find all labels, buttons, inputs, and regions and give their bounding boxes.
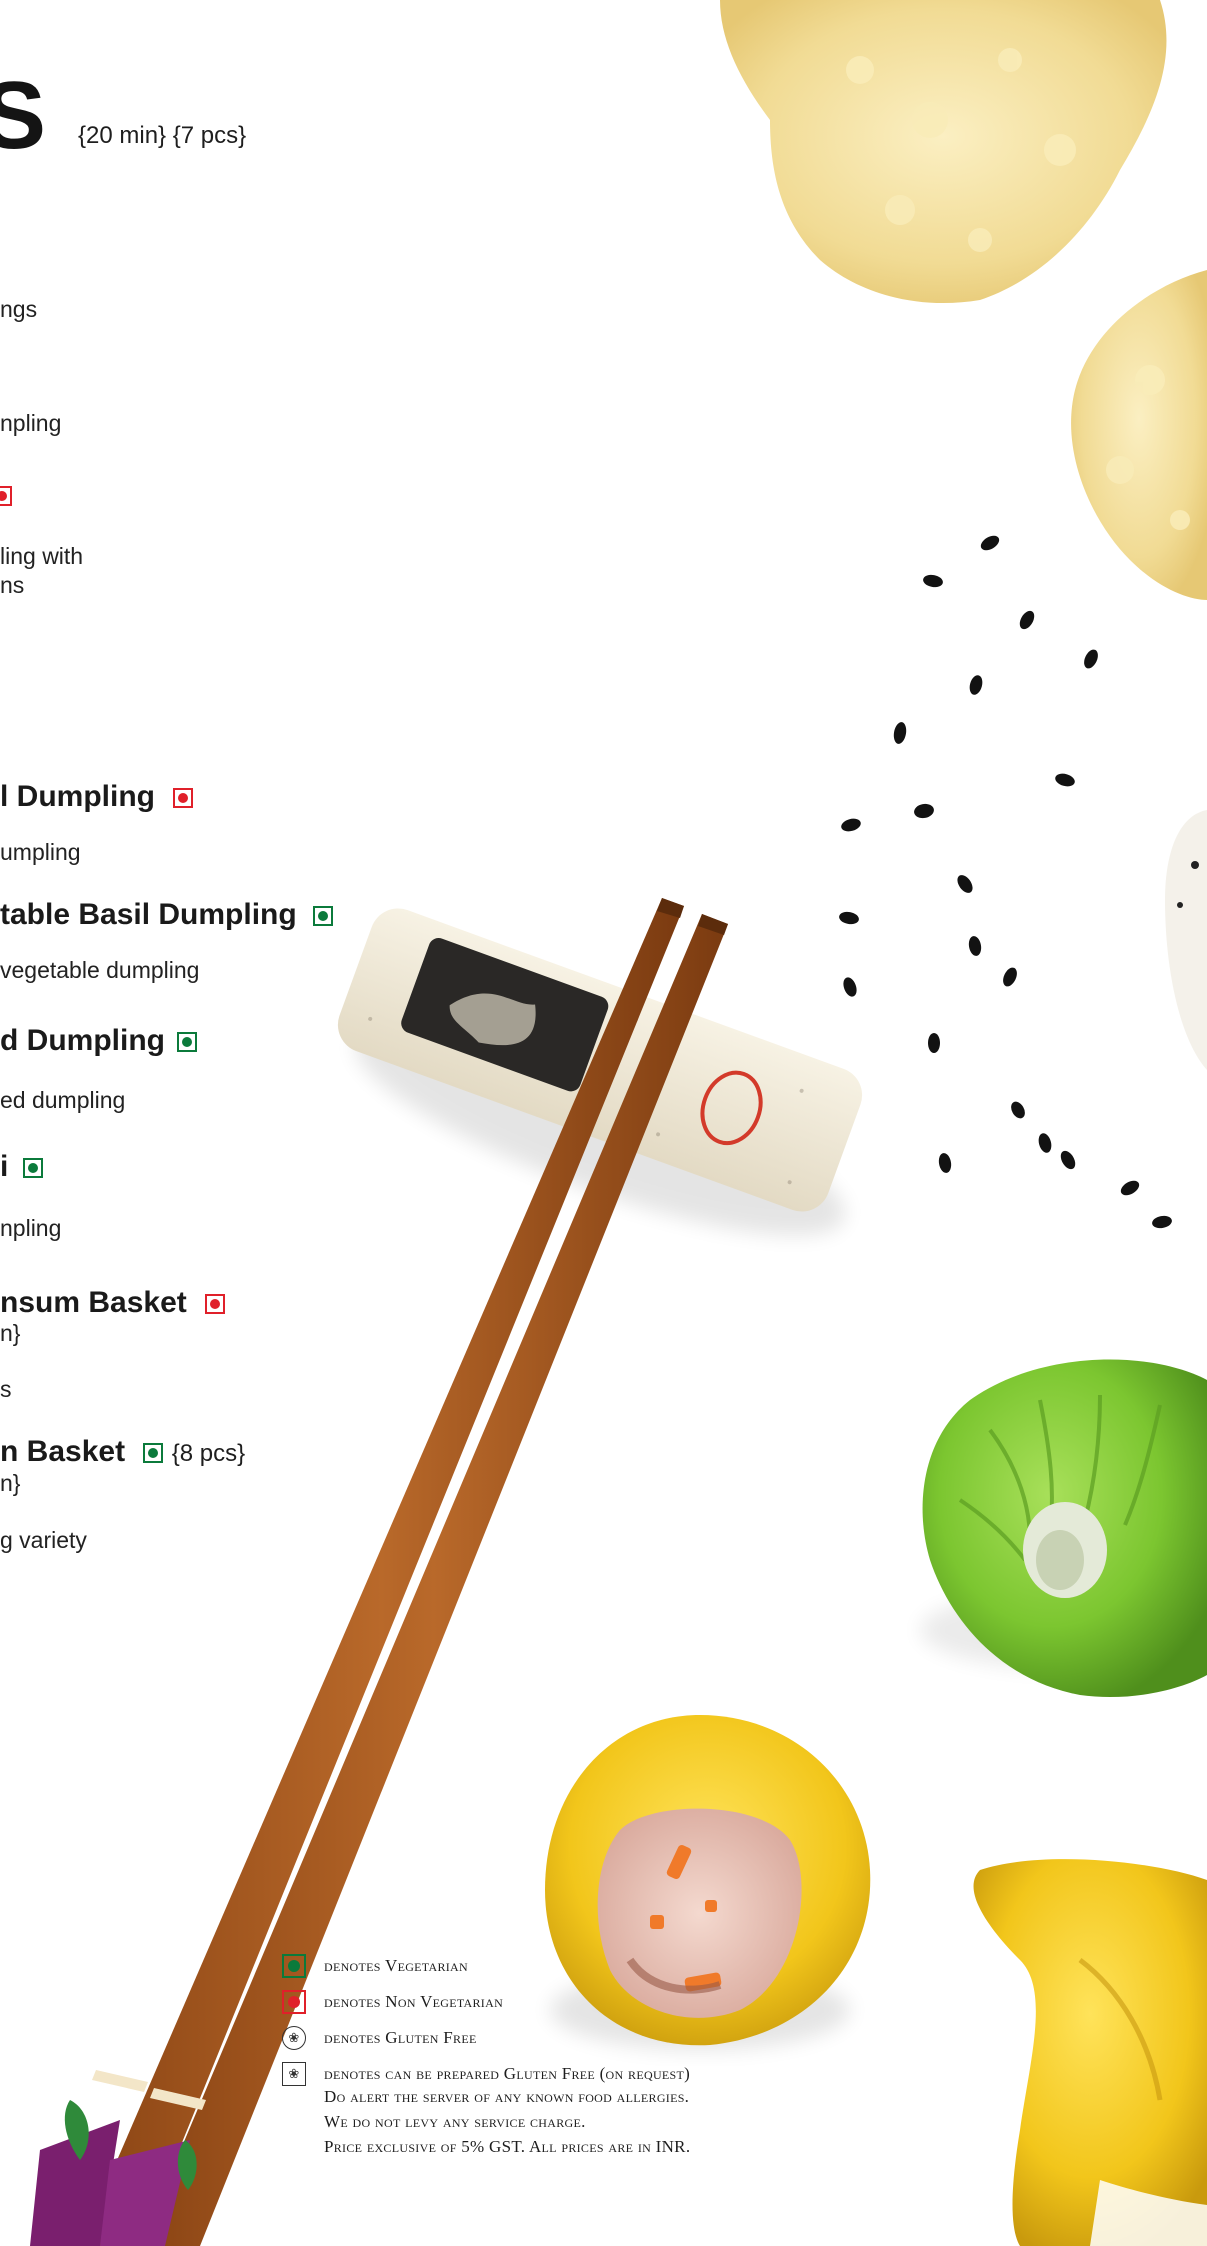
legend-label: denotes Non Vegetarian — [324, 1992, 504, 2011]
item-pieces: {8 pcs} — [171, 1440, 246, 1467]
item-description: umpling — [0, 839, 81, 865]
crispy-noodle-nest-image — [720, 0, 1207, 600]
item-description: ling with — [0, 543, 84, 569]
legend-label: denotes can be prepared Gluten Free (on … — [324, 2064, 691, 2083]
item-description: ngs — [0, 296, 38, 322]
item-description: g variety — [0, 1527, 87, 1553]
legend-row-non-vegetarian: denotes Non Vegetarian — [282, 1984, 690, 2020]
item-name: d Dumpling — [0, 1024, 198, 1057]
item-name: n Basket {8 pcs} — [0, 1437, 245, 1467]
veg-mark-icon — [22, 1158, 43, 1179]
black-sesame-seeds-image — [839, 535, 1172, 1229]
veg-mark-icon — [282, 1954, 306, 1978]
legend-row-gluten-free: ❀ denotes Gluten Free — [282, 2020, 690, 2056]
sesame-rice-roll-image — [1165, 810, 1207, 1070]
legend-label: denotes Vegetarian — [324, 1956, 468, 1975]
item-meta: n} — [0, 1470, 21, 1496]
yellow-wonton-image — [973, 1859, 1207, 2246]
veg-mark-icon — [177, 1032, 198, 1053]
veg-mark-icon — [313, 906, 334, 927]
non-veg-mark-icon — [205, 1294, 226, 1315]
non-veg-mark-icon — [282, 1990, 306, 2014]
non-veg-mark-icon — [173, 788, 194, 809]
legend-row-vegetarian: denotes Vegetarian — [282, 1948, 690, 1984]
item-name: i — [0, 1152, 43, 1182]
item-name-text: l Dumpling — [0, 780, 155, 813]
service-charge-note: We do not levy any service charge. — [324, 2112, 586, 2131]
item-name-text: i — [0, 1150, 9, 1183]
non-veg-mark-icon — [0, 486, 12, 506]
allergy-note: Do alert the server of any known food al… — [324, 2087, 690, 2106]
item-description: ed dumpling — [0, 1087, 126, 1113]
item-description: npling — [0, 410, 62, 436]
legend-label: denotes Gluten Free — [324, 2028, 477, 2047]
section-heading-meta: {20 min} {7 pcs} — [78, 122, 247, 149]
veg-mark-icon — [143, 1443, 164, 1464]
item-description: npling — [0, 1215, 62, 1241]
item-name-text: n Basket — [0, 1435, 126, 1468]
price-note: Price exclusive of 5% GST. All prices ar… — [324, 2137, 691, 2156]
food-photo-background — [30, 0, 1207, 2246]
item-meta: n} — [0, 1320, 21, 1346]
item-name-text: d Dumpling — [0, 1024, 165, 1057]
item-description: ns — [0, 572, 25, 598]
item-name: l Dumpling — [0, 780, 194, 813]
legend: denotes Vegetarian denotes Non Vegetaria… — [282, 1948, 690, 2159]
item-name-text: nsum Basket — [0, 1286, 187, 1319]
menu-page: S {20 min} {7 pcs} ngs npling ling with … — [0, 0, 1207, 2246]
gluten-free-icon: ❀ — [282, 2026, 306, 2050]
section-heading-letter: S — [0, 62, 46, 169]
green-dumpling-image — [920, 1359, 1207, 1698]
item-description: s — [0, 1376, 12, 1402]
gluten-free-on-request-icon: ❀ — [282, 2062, 306, 2086]
item-name: table Basil Dumpling — [0, 898, 334, 931]
legend-notes: Do alert the server of any known food al… — [324, 2084, 690, 2159]
item-name-text: table Basil Dumpling — [0, 898, 297, 931]
item-name: nsum Basket — [0, 1286, 226, 1319]
item-description: vegetable dumpling — [0, 957, 200, 983]
